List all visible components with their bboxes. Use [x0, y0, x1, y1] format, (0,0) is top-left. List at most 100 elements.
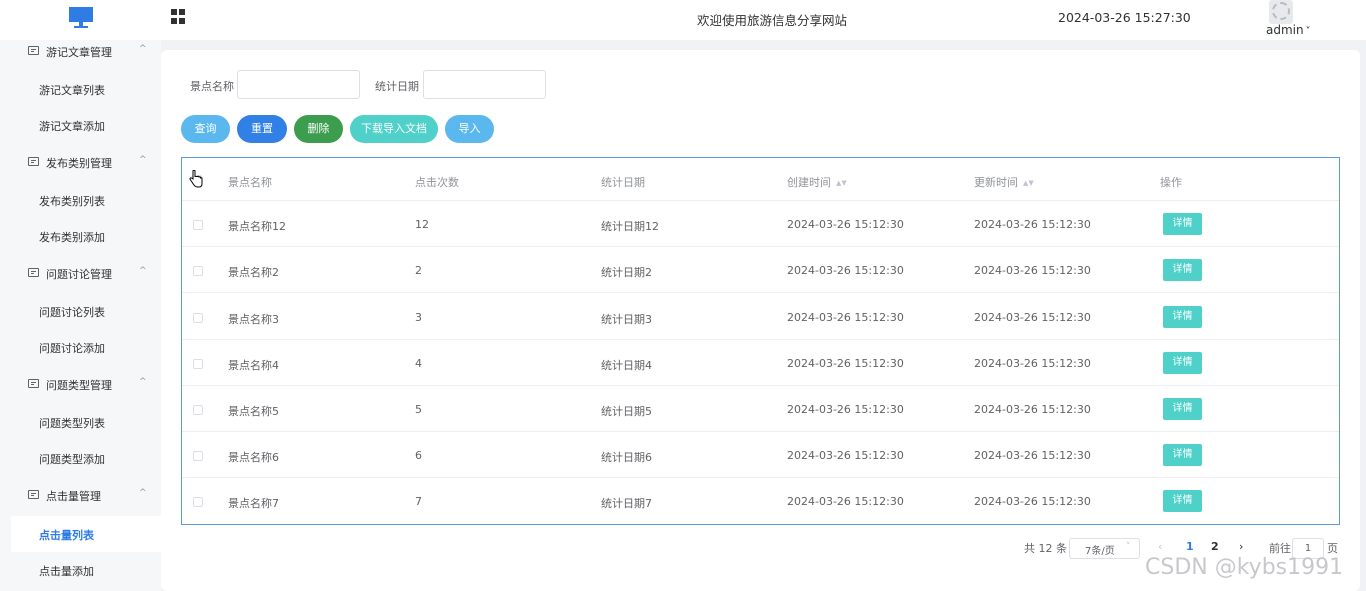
- detail-button[interactable]: 详情: [1163, 398, 1202, 420]
- document-icon: [28, 490, 39, 499]
- sort-icon[interactable]: ▲▼: [1023, 179, 1034, 186]
- cell-name: 景点名称2: [228, 266, 279, 279]
- detail-button[interactable]: 详情: [1163, 444, 1202, 466]
- detail-button[interactable]: 详情: [1163, 352, 1202, 374]
- cell-clicks: 2: [415, 264, 422, 277]
- column-header-updated[interactable]: 更新时间 ▲▼: [974, 174, 1034, 190]
- avatar[interactable]: [1269, 0, 1293, 24]
- sidebar: 游记文章管理 ^ 游记文章列表 游记文章添加 发布类别管理 ^ 发布类别列表 发…: [0, 40, 161, 591]
- sidebar-group-clicks[interactable]: 点击量管理 ^: [0, 485, 161, 507]
- sidebar-group-label: 发布类别管理: [46, 157, 112, 170]
- sidebar-group-publish-category[interactable]: 发布类别管理 ^: [0, 152, 161, 174]
- sidebar-item-travel-article-add[interactable]: 游记文章添加: [11, 107, 161, 143]
- row-checkbox[interactable]: [193, 405, 203, 415]
- detail-button[interactable]: 详情: [1163, 490, 1202, 512]
- sidebar-item-label: 问题类型添加: [39, 453, 105, 466]
- row-checkbox[interactable]: [193, 266, 203, 276]
- sidebar-item-label: 问题讨论列表: [39, 306, 105, 319]
- table-row: 景点名称12 12 统计日期12 2024-03-26 15:12:30 202…: [182, 201, 1339, 247]
- sidebar-item-publish-category-add[interactable]: 发布类别添加: [11, 218, 161, 254]
- column-header-clicks: 点击次数: [415, 176, 459, 189]
- page-2-button[interactable]: 2: [1211, 540, 1219, 553]
- document-icon: [28, 157, 39, 166]
- download-template-button[interactable]: 下载导入文档: [350, 115, 438, 143]
- delete-button[interactable]: 删除: [294, 115, 343, 143]
- user-menu[interactable]: admin ˅: [1266, 23, 1311, 37]
- apps-grid-icon[interactable]: [171, 9, 186, 24]
- scenic-name-input[interactable]: [237, 70, 360, 99]
- chevron-up-icon: ^: [139, 377, 147, 387]
- cell-updated: 2024-03-26 15:12:30: [974, 495, 1091, 508]
- sidebar-item-travel-article-list[interactable]: 游记文章列表: [11, 71, 161, 107]
- goto-label: 前往: [1269, 542, 1291, 555]
- cell-updated: 2024-03-26 15:12:30: [974, 218, 1091, 231]
- row-checkbox[interactable]: [193, 497, 203, 507]
- detail-button[interactable]: 详情: [1163, 259, 1202, 281]
- cell-clicks: 3: [415, 311, 422, 324]
- table-row: 景点名称6 6 统计日期6 2024-03-26 15:12:30 2024-0…: [182, 432, 1339, 478]
- stat-date-input[interactable]: [423, 70, 546, 99]
- reset-button[interactable]: 重置: [237, 115, 287, 143]
- import-button[interactable]: 导入: [445, 115, 494, 143]
- sidebar-group-discussion[interactable]: 问题讨论管理 ^: [0, 263, 161, 285]
- sidebar-item-label: 游记文章添加: [39, 120, 105, 133]
- cell-date: 统计日期3: [601, 313, 652, 326]
- detail-button[interactable]: 详情: [1163, 306, 1202, 328]
- row-checkbox[interactable]: [193, 359, 203, 369]
- cell-clicks: 6: [415, 449, 422, 462]
- document-icon: [28, 268, 39, 277]
- sidebar-group-travel-articles[interactable]: 游记文章管理 ^: [0, 41, 161, 63]
- cell-date: 统计日期4: [601, 359, 652, 372]
- sidebar-item-clicks-add[interactable]: 点击量添加: [11, 552, 161, 588]
- chevron-down-icon: ˅: [1305, 26, 1311, 37]
- sidebar-item-publish-category-list[interactable]: 发布类别列表: [11, 182, 161, 218]
- sidebar-item-label: 发布类别列表: [39, 195, 105, 208]
- cell-date: 统计日期7: [601, 497, 652, 510]
- page-size-value: 7条/页: [1085, 546, 1115, 557]
- chevron-up-icon: ^: [139, 44, 147, 54]
- sidebar-item-question-type-add[interactable]: 问题类型添加: [11, 440, 161, 476]
- sidebar-group-label: 问题类型管理: [46, 379, 112, 392]
- next-page-button[interactable]: ›: [1239, 540, 1243, 553]
- sidebar-item-label: 点击量列表: [39, 529, 94, 542]
- row-checkbox[interactable]: [193, 451, 203, 461]
- row-checkbox[interactable]: [193, 220, 203, 230]
- sidebar-group-label: 游记文章管理: [46, 46, 112, 59]
- cell-name: 景点名称3: [228, 313, 279, 326]
- user-name: admin: [1266, 23, 1304, 37]
- column-header-created[interactable]: 创建时间 ▲▼: [787, 174, 847, 190]
- cell-date: 统计日期2: [601, 266, 652, 279]
- sidebar-group-label: 点击量管理: [46, 490, 101, 503]
- query-button[interactable]: 查询: [181, 115, 230, 143]
- page-1-button[interactable]: 1: [1186, 540, 1194, 553]
- detail-button[interactable]: 详情: [1163, 213, 1202, 235]
- cell-name: 景点名称5: [228, 405, 279, 418]
- cell-clicks: 4: [415, 357, 422, 370]
- column-header-date: 统计日期: [601, 176, 645, 189]
- column-header-name: 景点名称: [228, 176, 272, 189]
- clicks-table: 景点名称 点击次数 统计日期 创建时间 ▲▼ 更新时间 ▲▼ 操作 景点名称12 1…: [181, 157, 1340, 525]
- sidebar-item-label: 问题讨论添加: [39, 342, 105, 355]
- current-datetime: 2024-03-26 15:27:30: [1058, 10, 1191, 25]
- sidebar-item-discussion-add[interactable]: 问题讨论添加: [11, 329, 161, 365]
- avatar-placeholder-icon: [1272, 2, 1290, 20]
- sidebar-item-label: 问题类型列表: [39, 417, 105, 430]
- page-size-select[interactable]: 7条/页 ˅: [1069, 538, 1140, 559]
- cell-name: 景点名称7: [228, 497, 279, 510]
- cell-created: 2024-03-26 15:12:30: [787, 264, 904, 277]
- cell-date: 统计日期6: [601, 451, 652, 464]
- prev-page-button[interactable]: ‹: [1158, 540, 1162, 553]
- monitor-logo-icon: [69, 7, 93, 28]
- sidebar-item-question-type-list[interactable]: 问题类型列表: [11, 404, 161, 440]
- scenic-name-label: 景点名称: [190, 80, 234, 93]
- row-checkbox[interactable]: [193, 313, 203, 323]
- sidebar-group-question-type[interactable]: 问题类型管理 ^: [0, 374, 161, 396]
- sidebar-item-discussion-list[interactable]: 问题讨论列表: [11, 293, 161, 329]
- cell-created: 2024-03-26 15:12:30: [787, 403, 904, 416]
- sort-icon[interactable]: ▲▼: [836, 179, 847, 186]
- site-title: 欢迎使用旅游信息分享网站: [697, 13, 848, 28]
- sidebar-item-clicks-list[interactable]: 点击量列表: [11, 516, 161, 552]
- chevron-up-icon: ^: [139, 155, 147, 165]
- cell-created: 2024-03-26 15:12:30: [787, 495, 904, 508]
- cell-created: 2024-03-26 15:12:30: [787, 218, 904, 231]
